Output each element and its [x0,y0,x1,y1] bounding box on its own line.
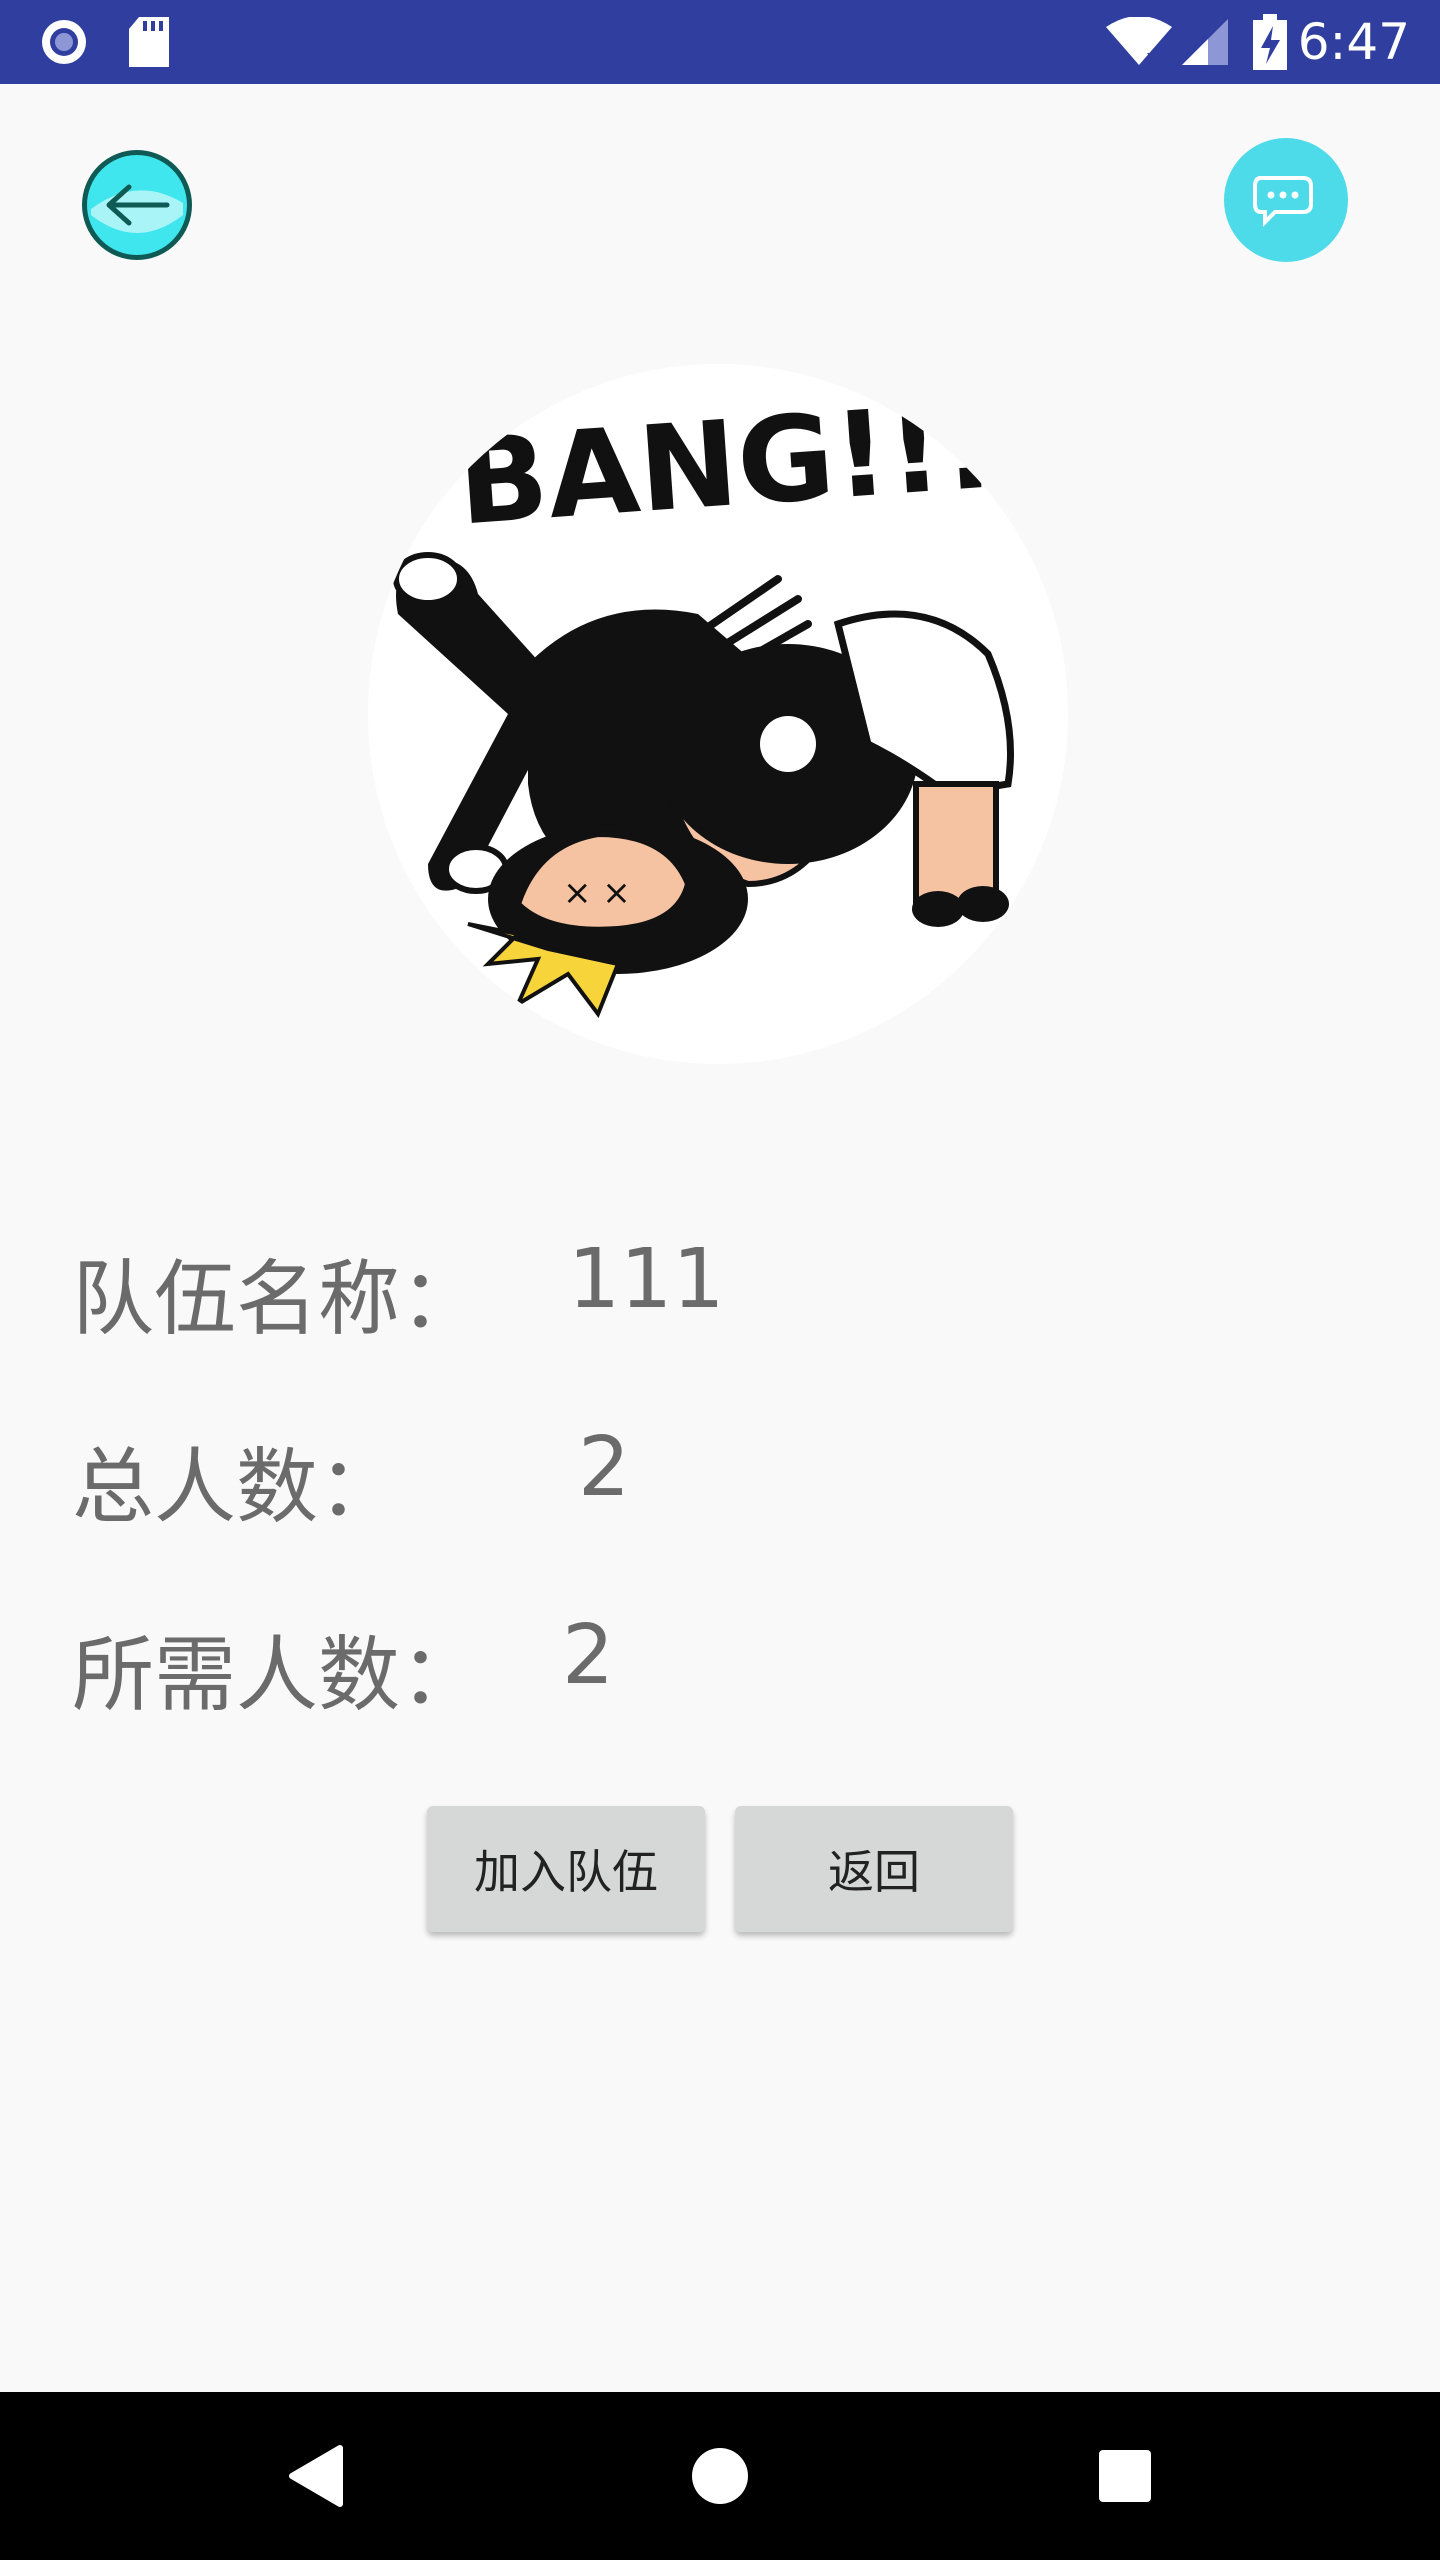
status-bar: x 6:47 [0,0,1440,84]
system-nav-bar [0,2392,1440,2560]
wifi-icon: x [1104,0,1174,84]
team-avatar-image: BANG!!! × × [368,364,1068,1064]
back-button[interactable] [82,150,192,260]
join-team-button[interactable]: 加入队伍 [427,1806,705,1932]
chat-bubble-icon [1253,176,1313,227]
back-arrow-icon [91,184,183,233]
chat-button[interactable] [1224,138,1348,262]
total-members-label: 总人数： [72,1440,401,1535]
svg-text:x: x [1146,46,1159,67]
team-name-value: 111 [568,1232,725,1327]
nav-recents-button[interactable] [1055,2392,1195,2560]
nav-home-icon [692,2448,748,2504]
total-members-value: 2 [578,1420,631,1515]
needed-members-value: 2 [562,1608,615,1703]
nav-home-button[interactable] [650,2392,790,2560]
needed-members-label: 所需人数： [72,1628,483,1723]
team-detail-screen: BANG!!! × × 队伍名称： 111 总人数： 2 所需人数： 2 加入队… [0,84,1440,2392]
return-button[interactable]: 返回 [735,1806,1013,1932]
clock: 6:47 [1297,13,1410,71]
team-name-label: 队伍名称： [72,1252,483,1347]
battery-charging-icon [1250,0,1290,84]
team-name-row: 队伍名称： 111 [72,1232,725,1351]
nav-back-button[interactable] [246,2392,386,2560]
needed-members-row: 所需人数： 2 [72,1608,614,1727]
sd-card-icon [124,0,174,84]
record-icon [34,0,94,84]
svg-text:× ×: × × [563,873,631,913]
signal-icon [1176,0,1232,84]
nav-recents-icon [1099,2450,1151,2502]
team-avatar: BANG!!! × × [368,364,1068,1064]
nav-back-icon [289,2445,343,2507]
total-members-row: 总人数： 2 [72,1420,630,1539]
